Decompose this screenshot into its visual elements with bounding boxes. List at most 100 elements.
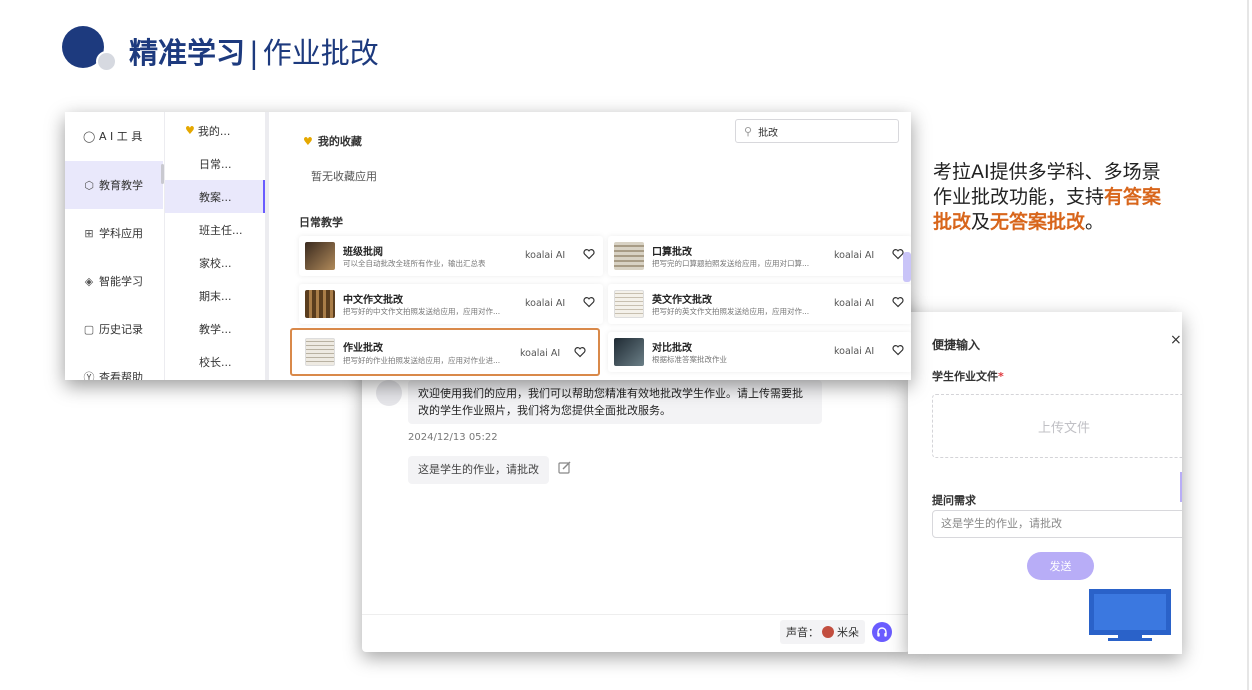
nav-item-subjects[interactable]: ⊞ 学科应用 [65,209,163,257]
heart-outline-icon[interactable] [583,296,595,308]
voice-name: 米朵 [837,626,859,639]
nav-item-ai-tools[interactable]: ◯ A I 工 具 [65,112,163,160]
sub-nav-item-favorites[interactable]: ♥ 我的... [165,114,265,147]
nav-item-label: A I 工 具 [99,130,143,143]
nav-item-label: 查看帮助 [99,371,143,380]
chat-bubble-icon: ◯ [83,129,96,143]
app-card-highlighted[interactable]: 作业批改 把写好的作业拍照发送给应用，应用对作业进... koalai AI [290,328,600,376]
content-scrollbar[interactable] [903,252,911,282]
app-content: ⚲ 批改 ♥ 我的收藏 暂无收藏应用 日常教学 班级批阅 可以全自动批改全班所有… [281,112,911,380]
sub-nav-item[interactable]: 班主任... [165,213,265,246]
app-card[interactable]: 英文作文批改 把写好的英文作文拍照发送给应用，应用对作... koalai AI [608,284,911,324]
panel-edge-tab[interactable] [1180,472,1182,502]
app-card-name: 作业批改 [343,343,383,354]
slide-edge-rule [1247,0,1249,690]
app-thumbnail [305,338,335,366]
search-input[interactable]: ⚲ 批改 [735,119,899,143]
sub-nav-label: 家校... [199,256,232,270]
headphone-icon [877,627,887,637]
nav-item-help[interactable]: Ⓨ 查看帮助 [65,353,163,380]
sub-nav-item[interactable]: 教学... [165,312,265,345]
sub-nav-label: 班主任... [199,223,243,237]
nav-item-education[interactable]: ⬡ 教育教学 [65,161,163,209]
grid-icon: ⊞ [84,226,94,240]
heart-outline-icon[interactable] [892,344,904,356]
app-card[interactable]: 对比批改 根据标准答案批改作业 koalai AI [608,332,911,372]
sub-nav-label: 教学... [199,322,232,336]
caption-text: 及 [971,211,991,233]
monitor-icon [1089,589,1171,641]
app-thumbnail [614,338,644,366]
graduation-cap-icon: ◈ [84,274,94,288]
app-card-name: 中文作文批改 [343,295,403,306]
nav-item-smart-learning[interactable]: ◈ 智能学习 [65,257,163,305]
sub-nav-item[interactable]: 日常... [165,147,265,180]
slide-title-separator: | [249,36,259,70]
headphone-button[interactable] [872,622,892,642]
app-card-desc: 把写完的口算题拍照发送给应用，应用对口算... [652,259,810,268]
upload-file-button[interactable]: 上传文件 [932,394,1182,458]
heart-outline-icon[interactable] [574,346,586,358]
app-card-vendor: koalai AI [834,346,875,357]
close-icon[interactable]: × [1170,332,1182,348]
sub-nav-label: 期末... [199,289,232,303]
sub-nav-item[interactable]: 校长... [165,345,265,378]
bot-message: 欢迎使用我们的应用，我们可以帮助您精准有效地批改学生作业。请上传需要批改的学生作… [408,380,822,424]
nav-item-label: 学科应用 [99,227,143,240]
prompt-input[interactable]: 这是学生的作业，请批改 [932,510,1182,538]
message-timestamp: 2024/12/13 05:22 [408,432,498,443]
app-card[interactable]: 班级批阅 可以全自动批改全班所有作业，输出汇总表 koalai AI [299,236,603,276]
app-card-desc: 根据标准答案批改作业 [652,355,727,364]
sub-nav-item[interactable]: 家校... [165,246,265,279]
heart-icon: ♥ [303,134,313,148]
sub-nav-label: 教案... [199,190,232,204]
section-title: 日常教学 [299,216,343,229]
nav-item-label: 历史记录 [99,323,143,336]
app-card[interactable]: 中文作文批改 把写好的中文作文拍照发送给应用，应用对作... koalai AI [299,284,603,324]
caption-text: 。 [1085,211,1105,233]
favorites-heading: ♥ 我的收藏 [303,133,362,149]
prompt-field-label: 提问需求 [932,494,976,507]
send-button[interactable]: 发送 [1027,552,1094,580]
app-card-desc: 把写好的英文作文拍照发送给应用，应用对作... [652,307,810,316]
send-button-label: 发送 [1049,560,1072,573]
edit-icon[interactable] [558,460,572,474]
chat-footer-divider [362,614,910,615]
sub-nav-item[interactable]: 教案... [165,180,265,213]
file-field-label: 学生作业文件* [932,368,1004,384]
caption-highlight: 无答案批改 [990,211,1086,233]
heart-outline-icon[interactable] [892,296,904,308]
app-thumbnail [614,242,644,270]
voice-selector[interactable]: 声音： 米朵 [780,620,865,644]
nav-item-label: 智能学习 [99,275,143,288]
quick-input-title: 便捷输入 [932,338,981,352]
app-card-vendor: koalai AI [834,298,875,309]
heart-outline-icon[interactable] [583,248,595,260]
app-card-name: 英文作文批改 [652,295,712,306]
voice-label: 声音： [786,626,819,639]
clipboard-icon: ▢ [83,322,95,336]
app-card-vendor: koalai AI [520,348,561,359]
file-field-label-text: 学生作业文件 [932,370,998,383]
help-circle-icon: Ⓨ [83,371,95,380]
app-card-name: 对比批改 [652,343,692,354]
sub-nav-item[interactable]: 期末... [165,279,265,312]
favorites-title: 我的收藏 [317,135,362,148]
slide-title: 精准学习 | 作业批改 [129,34,379,72]
app-card-vendor: koalai AI [525,298,566,309]
nav-scrollbar[interactable] [161,164,164,184]
app-card[interactable]: 口算批改 把写完的口算题拍照发送给应用，应用对口算... koalai AI [608,236,911,276]
app-browser-window: ◯ A I 工 具 ⬡ 教育教学 ⊞ 学科应用 ◈ 智能学习 ▢ 历史记录 Ⓨ … [65,112,911,380]
sub-nav: ♥ 我的... 日常... 教案... 班主任... 家校... 期末... 教… [165,112,269,380]
sub-nav-label: 我的... [197,124,231,138]
search-value: 批改 [758,127,779,139]
app-card-vendor: koalai AI [525,250,566,261]
quick-input-panel: 便捷输入 × 学生作业文件* 上传文件 提问需求 这是学生的作业，请批改 发送 [908,312,1182,654]
app-card-desc: 可以全自动批改全班所有作业，输出汇总表 [343,259,486,268]
title-logo [62,26,122,72]
heart-icon: ♥ [185,124,195,137]
slide-title-sub: 作业批改 [262,36,379,70]
sub-nav-label: 日常... [199,157,232,171]
nav-item-history[interactable]: ▢ 历史记录 [65,305,163,353]
app-thumbnail [614,290,644,318]
